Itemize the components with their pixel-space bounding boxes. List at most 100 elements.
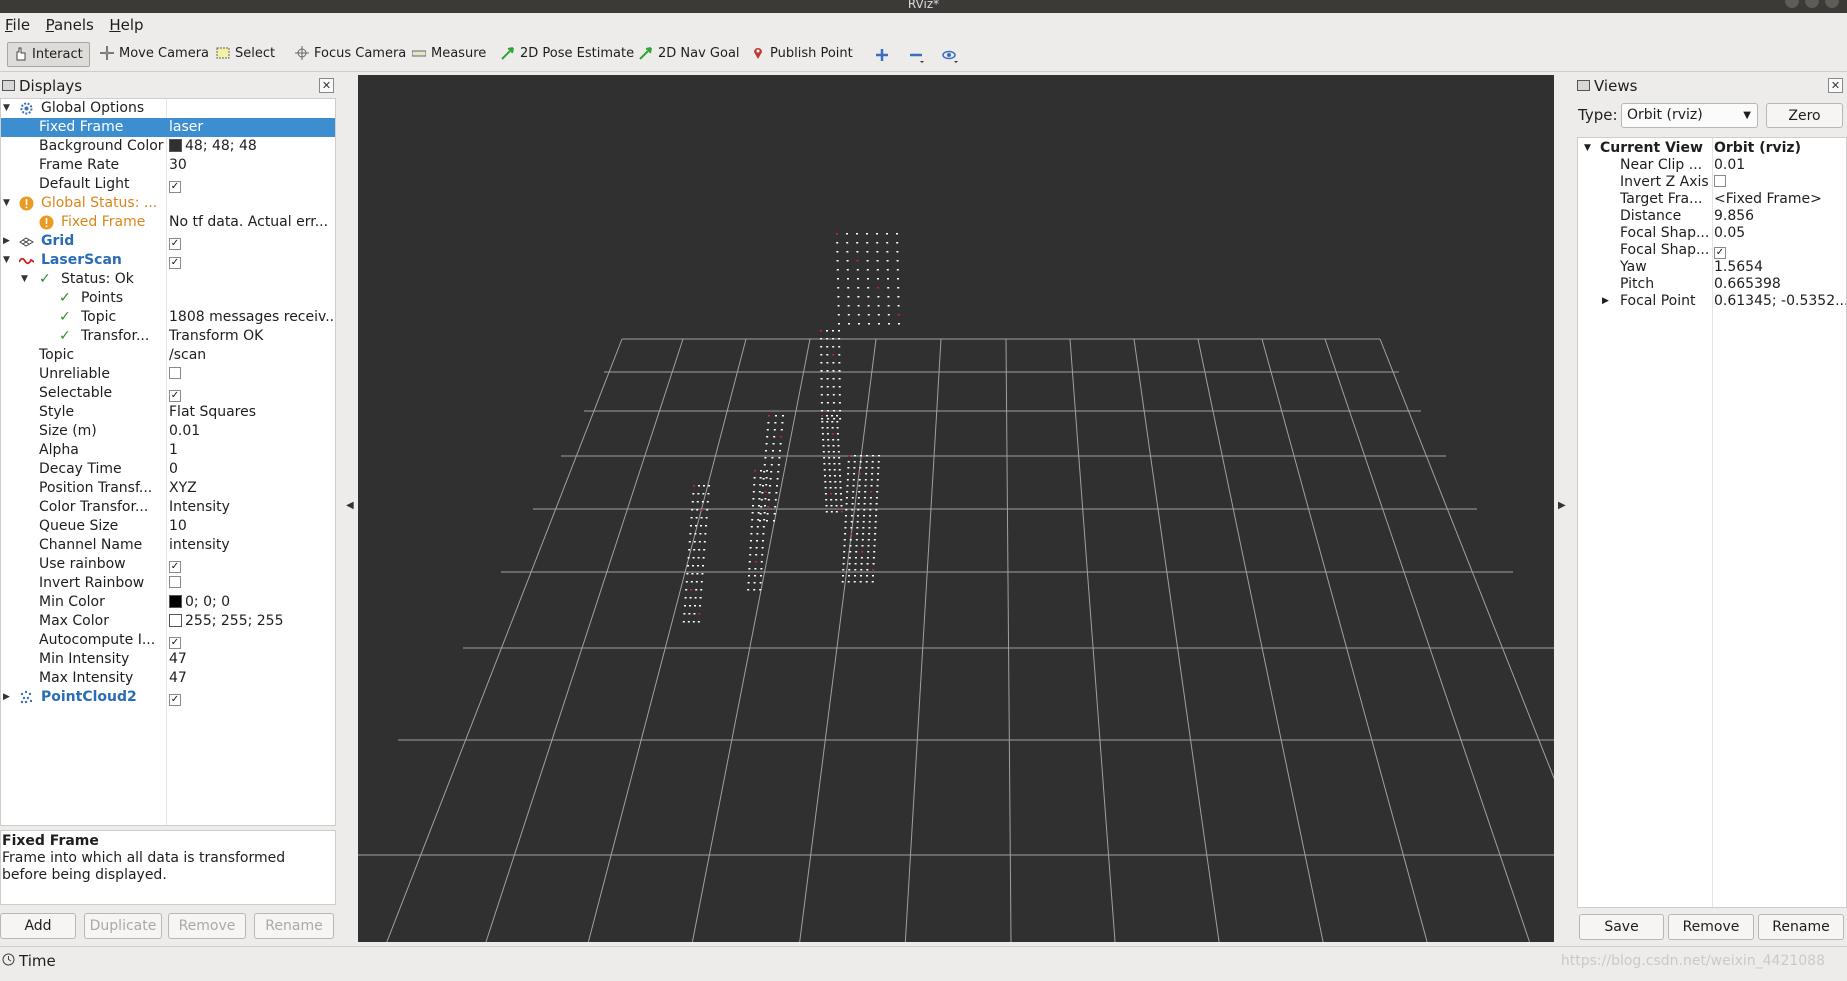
close-panel-icon[interactable]: ✕: [319, 78, 334, 93]
maximize-button[interactable]: [1805, 0, 1819, 8]
remove-display-button[interactable]: Remove: [168, 913, 246, 939]
expand-down-icon[interactable]: ▼: [1584, 140, 1591, 157]
collapse-right-icon[interactable]: ▶: [1558, 500, 1566, 511]
views-row-focal-shape-fixed[interactable]: Focal Shap... ✓: [1578, 242, 1846, 259]
publish-point-tool-button[interactable]: Publish Point: [746, 42, 859, 67]
size-value[interactable]: 0.01: [169, 422, 333, 441]
measure-tool-button[interactable]: Measure: [407, 42, 492, 67]
close-window-button[interactable]: [1825, 0, 1839, 8]
grid-enabled-checkbox[interactable]: ✓: [169, 238, 181, 250]
move-camera-tool-button[interactable]: Move Camera: [95, 42, 215, 67]
tree-row-selectable[interactable]: Selectable ✓: [1, 384, 335, 403]
views-row-invert-z[interactable]: Invert Z Axis: [1578, 174, 1846, 191]
tree-row-points[interactable]: ✓ Points: [1, 289, 335, 308]
close-panel-icon[interactable]: ✕: [1828, 78, 1843, 93]
focus-camera-tool-button[interactable]: Focus Camera: [290, 42, 412, 67]
style-value[interactable]: Flat Squares: [169, 403, 333, 422]
expand-down-icon[interactable]: ▼: [3, 99, 13, 118]
selectable-checkbox[interactable]: ✓: [169, 390, 181, 402]
pose-estimate-tool-button[interactable]: 2D Pose Estimate: [496, 42, 640, 67]
max-intensity-value[interactable]: 47: [169, 669, 333, 688]
expand-right-icon[interactable]: ▶: [3, 232, 13, 251]
use-rainbow-checkbox[interactable]: ✓: [169, 561, 181, 573]
tree-row-channel-name[interactable]: Channel Name intensity: [1, 536, 335, 555]
tree-row-grid[interactable]: ▶ Grid ✓: [1, 232, 335, 251]
topic-value[interactable]: /scan: [169, 346, 333, 365]
alpha-value[interactable]: 1: [169, 441, 333, 460]
duplicate-display-button[interactable]: Duplicate: [84, 913, 162, 939]
view-type-select[interactable]: Orbit (rviz) ▼: [1621, 103, 1758, 128]
target-frame-value[interactable]: <Fixed Frame>: [1714, 191, 1846, 208]
focal-shape-fixed-checkbox[interactable]: ✓: [1714, 247, 1726, 259]
tree-row-default-light[interactable]: Default Light ✓: [1, 175, 335, 194]
tree-row-alpha[interactable]: Alpha 1: [1, 441, 335, 460]
tree-row-style[interactable]: Style Flat Squares: [1, 403, 335, 422]
rename-display-button[interactable]: Rename: [254, 913, 334, 939]
nav-goal-tool-button[interactable]: 2D Nav Goal: [634, 42, 746, 67]
tree-row-use-rainbow[interactable]: Use rainbow ✓: [1, 555, 335, 574]
tree-row-position-transformer[interactable]: Position Transf... XYZ: [1, 479, 335, 498]
focal-point-value[interactable]: 0.61345; -0.5352...: [1714, 293, 1846, 310]
tree-row-fixed-frame[interactable]: Fixed Frame laser: [1, 118, 335, 137]
expand-right-icon[interactable]: ▶: [1602, 293, 1609, 310]
tree-row-background-color[interactable]: Background Color 48; 48; 48: [1, 137, 335, 156]
tree-row-color-transformer[interactable]: Color Transfor... Intensity: [1, 498, 335, 517]
save-view-button[interactable]: Save: [1579, 914, 1664, 940]
channel-name-value[interactable]: intensity: [169, 536, 333, 555]
tree-row-decay-time[interactable]: Decay Time 0: [1, 460, 335, 479]
minus-icon[interactable]: [908, 47, 924, 63]
tree-row-pointcloud2[interactable]: ▶ PointCloud2 ✓: [1, 688, 335, 707]
focal-shape-size-value[interactable]: 0.05: [1714, 225, 1846, 242]
laserscan-enabled-checkbox[interactable]: ✓: [169, 257, 181, 269]
add-display-button[interactable]: Add: [0, 913, 76, 939]
tree-row-transform[interactable]: ✓ Transfor... Transform OK: [1, 327, 335, 346]
tree-row-min-color[interactable]: Min Color 0; 0; 0: [1, 593, 335, 612]
tree-row-size[interactable]: Size (m) 0.01: [1, 422, 335, 441]
frame-rate-value[interactable]: 30: [169, 156, 333, 175]
views-row-target-frame[interactable]: Target Fra... <Fixed Frame>: [1578, 191, 1846, 208]
tree-row-topic[interactable]: Topic /scan: [1, 346, 335, 365]
3d-scene[interactable]: [358, 75, 1554, 942]
tree-row-topic-status[interactable]: ✓ Topic 1808 messages receiv...: [1, 308, 335, 327]
unreliable-checkbox[interactable]: [169, 367, 181, 379]
views-row-distance[interactable]: Distance 9.856: [1578, 208, 1846, 225]
min-color-value[interactable]: 0; 0; 0: [169, 593, 333, 612]
distance-value[interactable]: 9.856: [1714, 208, 1846, 225]
tree-row-max-color[interactable]: Max Color 255; 255; 255: [1, 612, 335, 631]
yaw-value[interactable]: 1.5654: [1714, 259, 1846, 276]
background-color-value[interactable]: 48; 48; 48: [169, 137, 333, 156]
pointcloud2-enabled-checkbox[interactable]: ✓: [169, 694, 181, 706]
eye-icon[interactable]: [942, 47, 958, 63]
rename-view-button[interactable]: Rename: [1758, 914, 1844, 940]
autocompute-checkbox[interactable]: ✓: [169, 637, 181, 649]
menu-help[interactable]: Help: [104, 13, 149, 35]
tree-row-global-status[interactable]: ▼ Global Status: ...: [1, 194, 335, 213]
views-row-near-clip[interactable]: Near Clip ... 0.01: [1578, 157, 1846, 174]
expand-down-icon[interactable]: ▼: [3, 194, 13, 213]
queue-size-value[interactable]: 10: [169, 517, 333, 536]
views-row-focal-shape-size[interactable]: Focal Shap... 0.05: [1578, 225, 1846, 242]
tree-row-laserscan[interactable]: ▼ LaserScan ✓: [1, 251, 335, 270]
tree-row-global-options[interactable]: ▼ Global Options: [1, 99, 335, 118]
views-row-focal-point[interactable]: ▶ Focal Point 0.61345; -0.5352...: [1578, 293, 1846, 310]
position-transformer-value[interactable]: XYZ: [169, 479, 333, 498]
render-viewport[interactable]: [358, 75, 1554, 942]
views-row-pitch[interactable]: Pitch 0.665398: [1578, 276, 1846, 293]
pitch-value[interactable]: 0.665398: [1714, 276, 1846, 293]
tree-row-status-fixed-frame[interactable]: Fixed Frame No tf data. Actual err...: [1, 213, 335, 232]
remove-view-button[interactable]: Remove: [1668, 914, 1754, 940]
minimize-button[interactable]: [1785, 0, 1799, 8]
tree-row-queue-size[interactable]: Queue Size 10: [1, 517, 335, 536]
decay-time-value[interactable]: 0: [169, 460, 333, 479]
collapse-left-icon[interactable]: ◀: [346, 500, 354, 511]
invert-rainbow-checkbox[interactable]: [169, 576, 181, 588]
menu-file[interactable]: File: [0, 13, 36, 35]
near-clip-value[interactable]: 0.01: [1714, 157, 1846, 174]
expand-right-icon[interactable]: ▶: [3, 688, 13, 707]
expand-down-icon[interactable]: ▼: [3, 251, 13, 270]
tree-row-frame-rate[interactable]: Frame Rate 30: [1, 156, 335, 175]
fixed-frame-value[interactable]: laser: [169, 118, 333, 137]
select-tool-button[interactable]: Select: [211, 42, 281, 67]
expand-down-icon[interactable]: ▼: [21, 270, 31, 289]
menu-panels[interactable]: Panels: [41, 13, 100, 35]
